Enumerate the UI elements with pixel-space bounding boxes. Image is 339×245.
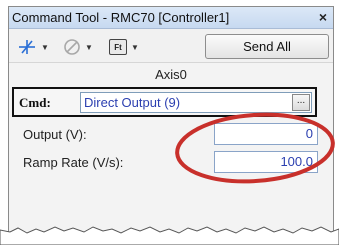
browse-command-button[interactable]: ... bbox=[292, 94, 310, 111]
torn-edge bbox=[0, 226, 339, 245]
fault-display-icon: Ft bbox=[109, 39, 127, 55]
chevron-down-icon: ▼ bbox=[41, 42, 49, 52]
command-select-value: Direct Output (9) bbox=[84, 95, 181, 110]
chevron-down-icon: ▼ bbox=[85, 42, 93, 52]
title-bar[interactable]: Command Tool - RMC70 [Controller1] × bbox=[9, 7, 333, 29]
halt-button[interactable]: ▼ bbox=[63, 35, 93, 59]
circle-slash-icon bbox=[64, 39, 80, 55]
axis-selector-icon bbox=[19, 40, 35, 54]
axis-label: Axis0 bbox=[155, 67, 187, 82]
output-input[interactable]: 0 bbox=[214, 123, 318, 145]
command-row: Cmd: Direct Output (9) ... bbox=[12, 87, 317, 117]
cmd-label: Cmd: bbox=[19, 95, 51, 110]
chevron-down-icon: ▼ bbox=[131, 42, 139, 52]
ramp-rate-label: Ramp Rate (V/s): bbox=[23, 155, 124, 170]
send-all-button[interactable]: Send All bbox=[205, 34, 329, 59]
command-tool-window: Command Tool - RMC70 [Controller1] × ▼ ▼… bbox=[8, 6, 334, 238]
window-title: Command Tool - RMC70 [Controller1] bbox=[12, 10, 230, 25]
command-select[interactable]: Direct Output (9) ... bbox=[80, 92, 312, 113]
fault-display-button[interactable]: Ft ▼ bbox=[109, 35, 139, 59]
close-icon[interactable]: × bbox=[319, 9, 327, 25]
output-label: Output (V): bbox=[23, 127, 87, 142]
toolbar: ▼ ▼ Ft ▼ Send All bbox=[9, 29, 333, 63]
axis-selector-button[interactable]: ▼ bbox=[17, 35, 49, 59]
ramp-rate-input[interactable]: 100.0 bbox=[214, 151, 318, 173]
